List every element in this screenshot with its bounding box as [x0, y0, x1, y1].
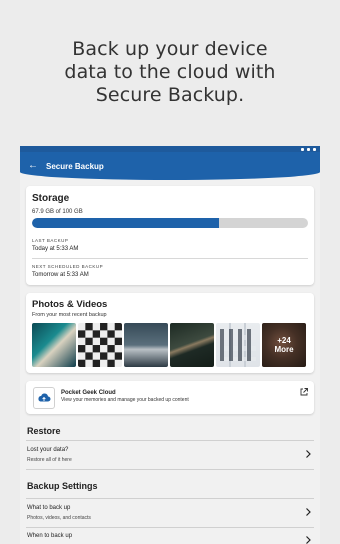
cloud-description: View your memories and manage your backe… — [61, 397, 189, 403]
open-external-icon[interactable] — [299, 387, 309, 397]
last-backup-label: LAST BACKUP — [32, 238, 69, 243]
when-to-back-up-row[interactable]: When to back up — [20, 528, 320, 544]
storage-progress-fill — [32, 218, 220, 228]
cloud-name: Pocket Geek Cloud — [61, 390, 116, 396]
divider — [32, 258, 308, 259]
photos-videos-card[interactable]: Photos & Videos From your most recent ba… — [26, 293, 314, 373]
storage-card: Storage 67.9 GB of 100 GB LAST BACKUP To… — [26, 186, 314, 285]
photo-thumbnail-building[interactable] — [216, 323, 260, 367]
promo-line-1: Back up your device — [72, 38, 268, 60]
photo-thumbnail-road[interactable] — [170, 323, 214, 367]
backup-settings-heading: Backup Settings — [27, 481, 98, 491]
storage-title: Storage — [32, 193, 70, 204]
restore-heading: Restore — [27, 426, 61, 436]
next-backup-value: Tomorrow at 5:33 AM — [32, 272, 89, 278]
device-screen: ← Secure Backup Storage 67.9 GB of 100 G… — [20, 146, 320, 544]
promo-line-3: Secure Backup. — [95, 84, 245, 106]
chevron-right-icon — [306, 536, 311, 544]
restore-row-title: Lost your data? — [27, 447, 69, 453]
more-photos-label: More — [274, 345, 294, 354]
what-to-back-up-title: What to back up — [27, 505, 71, 511]
more-photos-thumbnail[interactable]: +24 More — [262, 323, 306, 367]
chevron-right-icon — [306, 450, 311, 458]
restore-row-subtitle: Restore all of it here — [27, 457, 72, 463]
storage-used-text: 67.9 GB of 100 GB — [32, 209, 83, 215]
divider — [26, 498, 314, 499]
photos-title: Photos & Videos — [32, 299, 108, 310]
app-bar-title: Secure Backup — [46, 161, 104, 171]
next-backup-label: NEXT SCHEDULED BACKUP — [32, 264, 104, 269]
more-photos-overlay: +24 More — [262, 323, 306, 367]
promo-headline: Back up your device data to the cloud wi… — [0, 38, 340, 107]
when-to-back-up-title: When to back up — [27, 533, 73, 539]
photo-thumbnail-city[interactable] — [124, 323, 168, 367]
restore-row[interactable]: Lost your data? Restore all of it here — [20, 442, 320, 470]
promo-line-2: data to the cloud with — [64, 61, 276, 83]
photo-thumbnails: +24 More — [32, 323, 306, 367]
pocket-geek-cloud-card[interactable]: Pocket Geek Cloud View your memories and… — [26, 381, 314, 414]
cloud-logo-icon — [33, 387, 55, 409]
divider — [26, 469, 314, 470]
photo-thumbnail-beach[interactable] — [32, 323, 76, 367]
what-to-back-up-row[interactable]: What to back up Photos, videos, and cont… — [20, 500, 320, 528]
arrow-back-icon[interactable]: ← — [28, 161, 38, 171]
last-backup-value: Today at 5:33 AM — [32, 246, 79, 252]
photos-subtitle: From your most recent backup — [32, 312, 107, 318]
chevron-right-icon — [306, 508, 311, 516]
photo-thumbnail-checkerboard[interactable] — [78, 323, 122, 367]
storage-progress-bar — [32, 218, 308, 228]
what-to-back-up-subtitle: Photos, videos, and contacts — [27, 515, 91, 521]
app-bar: ← Secure Backup — [20, 152, 320, 180]
divider — [26, 440, 314, 441]
more-photos-count: +24 — [277, 336, 291, 345]
